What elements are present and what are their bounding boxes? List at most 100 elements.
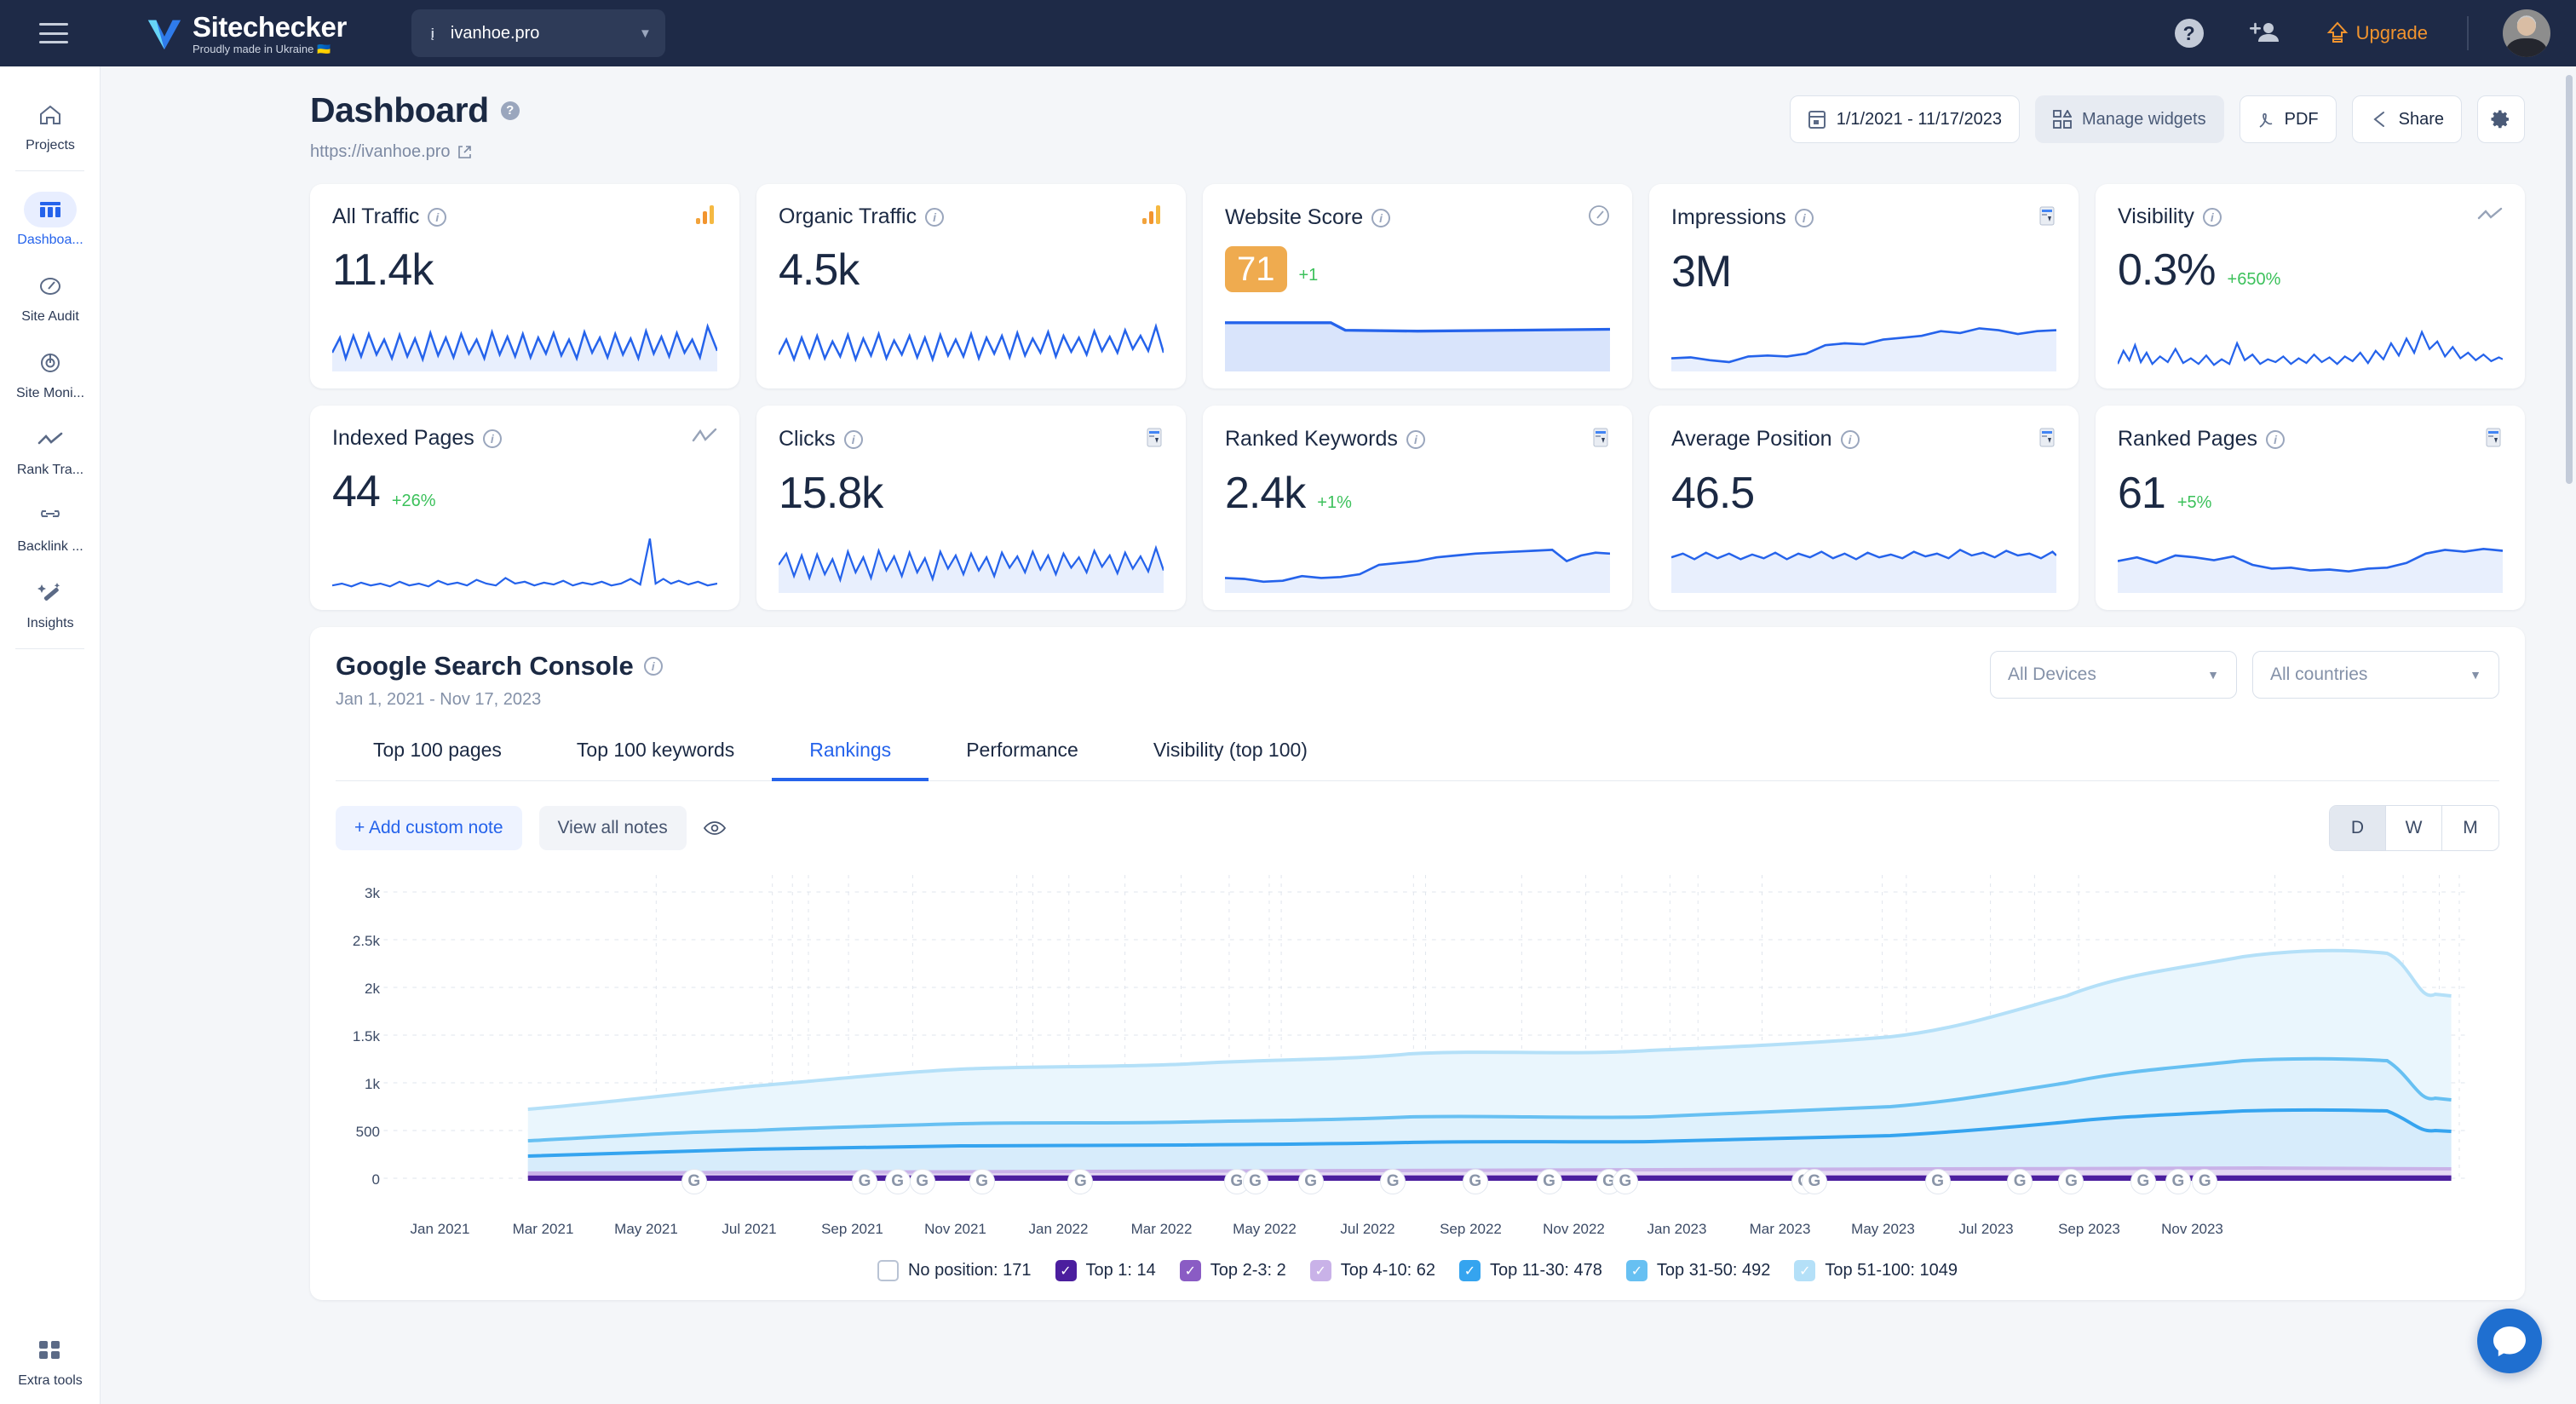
legend-item-no-position[interactable]: No position: 171 (877, 1260, 1032, 1281)
device-filter-select[interactable]: All Devices ▼ (1990, 651, 2237, 699)
x-tick: Nov 2023 (2161, 1221, 2223, 1237)
legend-item-top-2-3[interactable]: ✓ Top 2-3: 2 (1179, 1260, 1286, 1281)
date-range-picker[interactable]: 1/1/2021 - 11/17/2023 (1789, 95, 2020, 143)
granularity-day[interactable]: D (2330, 806, 2386, 850)
pdf-button[interactable]: PDF (2239, 95, 2337, 143)
google-update-marker[interactable]: G (1612, 1169, 1638, 1194)
google-update-marker[interactable]: G (969, 1169, 995, 1194)
metric-card-organic-traffic[interactable]: Organic Traffic i 4.5k (756, 184, 1186, 388)
sidebar-item-extra-tools[interactable]: Extra tools (0, 1332, 101, 1389)
tab-visibility-top-100[interactable]: Visibility (top 100) (1116, 739, 1345, 780)
google-update-marker[interactable]: G (1242, 1169, 1268, 1194)
info-icon[interactable]: i (482, 429, 502, 448)
legend-checkbox[interactable] (877, 1260, 899, 1281)
google-update-marker[interactable]: G (1462, 1169, 1488, 1194)
tab-rankings[interactable]: Rankings (772, 739, 929, 781)
upgrade-label: Upgrade (2355, 22, 2428, 43)
info-icon[interactable]: i (643, 657, 663, 676)
legend-checkbox[interactable]: ✓ (1625, 1260, 1647, 1281)
granularity-month[interactable]: M (2442, 806, 2498, 850)
intercom-chat-button[interactable] (2477, 1309, 2542, 1373)
tab-top-100-pages[interactable]: Top 100 pages (336, 739, 539, 780)
legend-checkbox[interactable]: ✓ (1055, 1260, 1077, 1281)
share-button[interactable]: Share (2351, 95, 2462, 143)
metric-card-all-traffic[interactable]: All Traffic i 11.4k (310, 184, 739, 388)
legend-item-top-11-30[interactable]: ✓ Top 11-30: 478 (1458, 1260, 1602, 1281)
info-icon[interactable]: i (1840, 429, 1860, 449)
view-all-notes-button[interactable]: View all notes (538, 806, 687, 850)
country-filter-select[interactable]: All countries ▼ (2252, 651, 2499, 699)
metric-card-clicks[interactable]: Clicks i 15.8k (756, 406, 1186, 610)
info-icon[interactable]: i (925, 207, 945, 227)
chart-y-axis: 3k 2.5k 2k 1.5k 1k 500 0 (336, 875, 385, 1188)
google-update-marker[interactable]: G (1536, 1169, 1562, 1194)
upgrade-button[interactable]: Upgrade (2326, 21, 2428, 45)
google-update-marker[interactable]: G (1297, 1169, 1324, 1194)
sidebar-item-backlinks[interactable]: Backlink ... (0, 486, 101, 563)
legend-item-top-31-50[interactable]: ✓ Top 31-50: 492 (1625, 1260, 1770, 1281)
sidebar-item-site-monitoring[interactable]: Site Moni... (0, 333, 101, 410)
page-scrollbar[interactable] (2566, 75, 2573, 1399)
google-update-marker[interactable]: G (1924, 1169, 1951, 1194)
google-update-marker[interactable]: G (852, 1169, 878, 1194)
site-url-link[interactable]: https://ivanhoe.pro (310, 142, 520, 162)
granularity-week[interactable]: W (2386, 806, 2442, 850)
rankings-chart[interactable]: 3k 2.5k 2k 1.5k 1k 500 0 GGGGGGGGGGGGGGG… (336, 875, 2499, 1216)
legend-checkbox[interactable]: ✓ (1458, 1260, 1481, 1281)
sidebar-item-dashboard[interactable]: Dashboa... (0, 180, 101, 256)
legend-checkbox[interactable]: ✓ (1794, 1260, 1816, 1281)
search-console-icon (2038, 426, 2056, 452)
legend-checkbox[interactable]: ✓ (1309, 1260, 1331, 1281)
metric-card-website-score[interactable]: Website Score i 71 +1 (1203, 184, 1632, 388)
legend-checkbox[interactable]: ✓ (1179, 1260, 1201, 1281)
brand-logo[interactable]: Sitechecker Proudly made in Ukraine 🇺🇦 (145, 13, 347, 55)
info-icon[interactable]: i (1406, 429, 1425, 449)
sidebar-item-projects[interactable]: Projects (0, 85, 101, 162)
add-user-icon[interactable] (2249, 20, 2279, 46)
sidebar-item-rank-tracker[interactable]: Rank Tra... (0, 410, 101, 486)
legend-item-top-4-10[interactable]: ✓ Top 4-10: 62 (1309, 1260, 1435, 1281)
scrollbar-thumb[interactable] (2566, 75, 2573, 484)
legend-item-top-51-100[interactable]: ✓ Top 51-100: 1049 (1794, 1260, 1958, 1281)
site-selector-dropdown[interactable]: į ivanhoe.pro ▼ (411, 9, 665, 57)
google-update-marker[interactable]: G (909, 1169, 935, 1194)
panel-title: Google Search Console (336, 651, 634, 681)
info-icon[interactable]: i (843, 429, 863, 449)
calendar-icon (1808, 111, 1826, 129)
manage-widgets-button[interactable]: Manage widgets (2034, 95, 2224, 143)
google-update-marker[interactable]: G (2165, 1169, 2191, 1194)
add-custom-note-button[interactable]: + Add custom note (336, 806, 522, 850)
sidebar-item-insights[interactable]: Insights (0, 563, 101, 640)
google-update-marker[interactable]: G (2007, 1169, 2033, 1194)
metric-card-impressions[interactable]: Impressions i 3M (1649, 184, 2079, 388)
avatar[interactable] (2503, 9, 2550, 57)
brand-tagline: Proudly made in Ukraine 🇺🇦 (193, 42, 331, 55)
info-icon[interactable]: i (2266, 429, 2286, 449)
hamburger-icon[interactable] (39, 23, 68, 43)
eye-icon[interactable] (703, 820, 726, 837)
google-update-marker[interactable]: G (681, 1169, 707, 1194)
metric-card-ranked-keywords[interactable]: Ranked Keywords i 2.4k +1% (1203, 406, 1632, 610)
grid-tools-icon (39, 1341, 60, 1359)
info-icon[interactable]: i (1794, 208, 1814, 227)
tab-top-100-keywords[interactable]: Top 100 keywords (539, 739, 772, 780)
metric-title: Ranked Keywords (1225, 427, 1398, 451)
legend-item-top-1[interactable]: ✓ Top 1: 14 (1055, 1260, 1156, 1281)
google-update-marker[interactable]: G (1380, 1169, 1406, 1194)
metric-card-indexed-pages[interactable]: Indexed Pages i 44 +26% (310, 406, 739, 610)
info-icon[interactable]: i (1371, 208, 1391, 227)
info-icon[interactable]: ? (500, 101, 520, 120)
sidebar-item-site-audit[interactable]: Site Audit (0, 256, 101, 333)
settings-button[interactable] (2477, 95, 2525, 143)
google-update-marker[interactable]: G (884, 1169, 911, 1194)
metric-card-ranked-pages[interactable]: Ranked Pages i 61 +5% (2096, 406, 2525, 610)
google-update-marker[interactable]: G (1801, 1169, 1827, 1194)
metric-card-average-position[interactable]: Average Position i 46.5 (1649, 406, 2079, 610)
info-icon[interactable]: i (2202, 207, 2222, 227)
google-update-marker[interactable]: G (2130, 1169, 2156, 1194)
info-icon[interactable]: i (428, 207, 447, 227)
help-question-icon[interactable]: ? (2174, 19, 2204, 48)
device-filter-value: All Devices (2008, 665, 2096, 684)
metric-card-visibility[interactable]: Visibility i 0.3% +650% (2096, 184, 2525, 388)
tab-performance[interactable]: Performance (929, 739, 1116, 780)
